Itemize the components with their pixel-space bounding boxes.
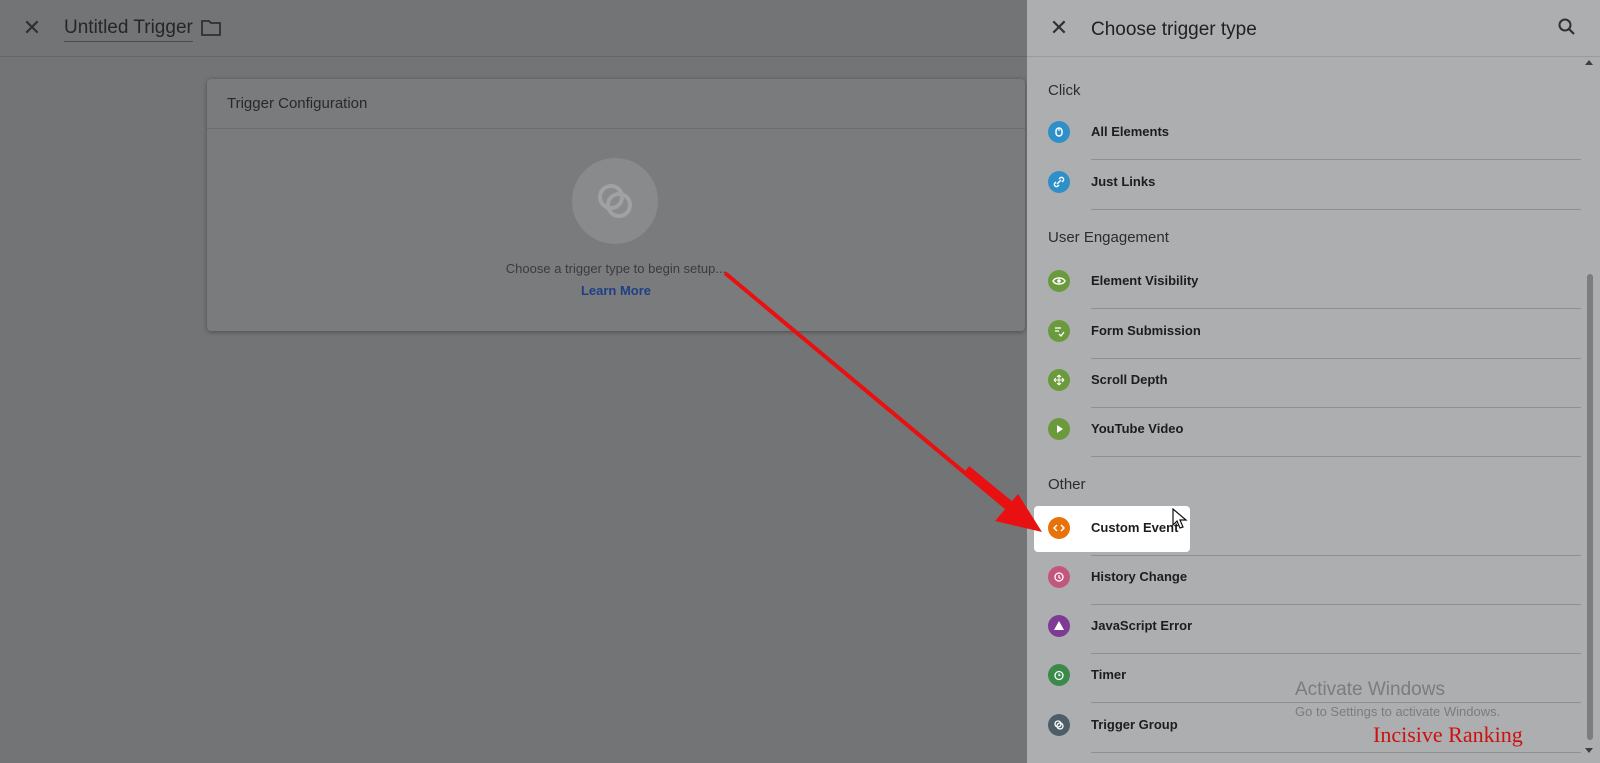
item-label: Form Submission — [1091, 323, 1201, 338]
history-icon — [1048, 566, 1070, 588]
trigger-placeholder-icon — [572, 158, 658, 244]
item-label: History Change — [1091, 569, 1188, 584]
trigger-type-panel: ✕ Choose trigger type Click All Elements… — [1027, 0, 1600, 763]
scroll-down-arrow[interactable] — [1585, 748, 1593, 753]
trigger-type-just-links[interactable]: Just Links — [1041, 163, 1581, 210]
editor-header: ✕ Untitled Trigger — [0, 0, 1027, 57]
watermark-text: Incisive Ranking — [1373, 722, 1523, 747]
link-icon — [1048, 171, 1070, 193]
close-icon[interactable]: ✕ — [20, 16, 44, 40]
divider — [1091, 308, 1581, 309]
trigger-type-custom-event[interactable]: Custom Event — [1034, 506, 1581, 556]
divider — [1091, 604, 1581, 605]
divider — [1091, 159, 1581, 160]
divider — [1091, 555, 1581, 556]
config-message: Choose a trigger type to begin setup... — [505, 261, 727, 276]
cursor-icon — [1048, 121, 1070, 143]
trigger-type-javascript-error[interactable]: JavaScript Error — [1041, 607, 1581, 654]
config-title: Trigger Configuration — [207, 79, 1025, 129]
divider — [1091, 209, 1581, 210]
eye-icon — [1048, 270, 1070, 292]
warning-icon — [1048, 615, 1070, 637]
group-icon — [1048, 714, 1070, 736]
divider — [1091, 752, 1581, 753]
item-label: JavaScript Error — [1091, 618, 1193, 633]
panel-header: ✕ Choose trigger type — [1027, 0, 1600, 57]
trigger-configuration-card[interactable]: Trigger Configuration Choose a trigger t… — [207, 79, 1025, 331]
item-label: Element Visibility — [1091, 273, 1199, 288]
divider — [1091, 407, 1581, 408]
item-label: YouTube Video — [1091, 421, 1184, 436]
item-label: Trigger Group — [1091, 717, 1178, 732]
divider — [1091, 456, 1581, 457]
section-title-other: Other — [1048, 476, 1086, 493]
trigger-type-history-change[interactable]: History Change — [1041, 558, 1581, 605]
activate-windows-notice: Activate Windows Go to Settings to activ… — [1295, 679, 1500, 719]
trigger-type-form-submission[interactable]: Form Submission — [1041, 312, 1581, 359]
item-label: Just Links — [1091, 174, 1156, 189]
timer-icon — [1048, 664, 1070, 686]
learn-more-link[interactable]: Learn More — [207, 283, 1025, 298]
activate-subtitle: Go to Settings to activate Windows. — [1295, 704, 1501, 719]
search-icon[interactable] — [1557, 17, 1577, 37]
divider — [1091, 653, 1581, 654]
trigger-type-element-visibility[interactable]: Element Visibility — [1041, 262, 1581, 309]
item-label: Scroll Depth — [1091, 372, 1168, 387]
form-icon — [1048, 320, 1070, 342]
move-icon — [1048, 369, 1070, 391]
panel-title: Choose trigger type — [1091, 19, 1257, 40]
item-label: All Elements — [1091, 124, 1170, 139]
play-icon — [1048, 418, 1070, 440]
code-icon — [1048, 517, 1070, 539]
item-label: Timer — [1091, 667, 1127, 682]
section-title-click: Click — [1048, 82, 1081, 99]
activate-title: Activate Windows — [1295, 679, 1445, 700]
trigger-editor: ✕ Untitled Trigger Trigger Configuration… — [0, 0, 1027, 763]
divider — [1091, 358, 1581, 359]
section-title-user-engagement: User Engagement — [1048, 229, 1169, 246]
trigger-name-input[interactable]: Untitled Trigger — [64, 17, 193, 42]
folder-icon[interactable] — [200, 19, 222, 37]
trigger-type-all-elements[interactable]: All Elements — [1041, 113, 1581, 160]
trigger-type-youtube-video[interactable]: YouTube Video — [1041, 410, 1581, 457]
trigger-type-scroll-depth[interactable]: Scroll Depth — [1041, 361, 1581, 408]
close-icon[interactable]: ✕ — [1047, 16, 1071, 40]
scroll-up-arrow[interactable] — [1585, 60, 1593, 65]
scrollbar-thumb[interactable] — [1587, 274, 1593, 740]
item-label: Custom Event — [1091, 520, 1179, 535]
